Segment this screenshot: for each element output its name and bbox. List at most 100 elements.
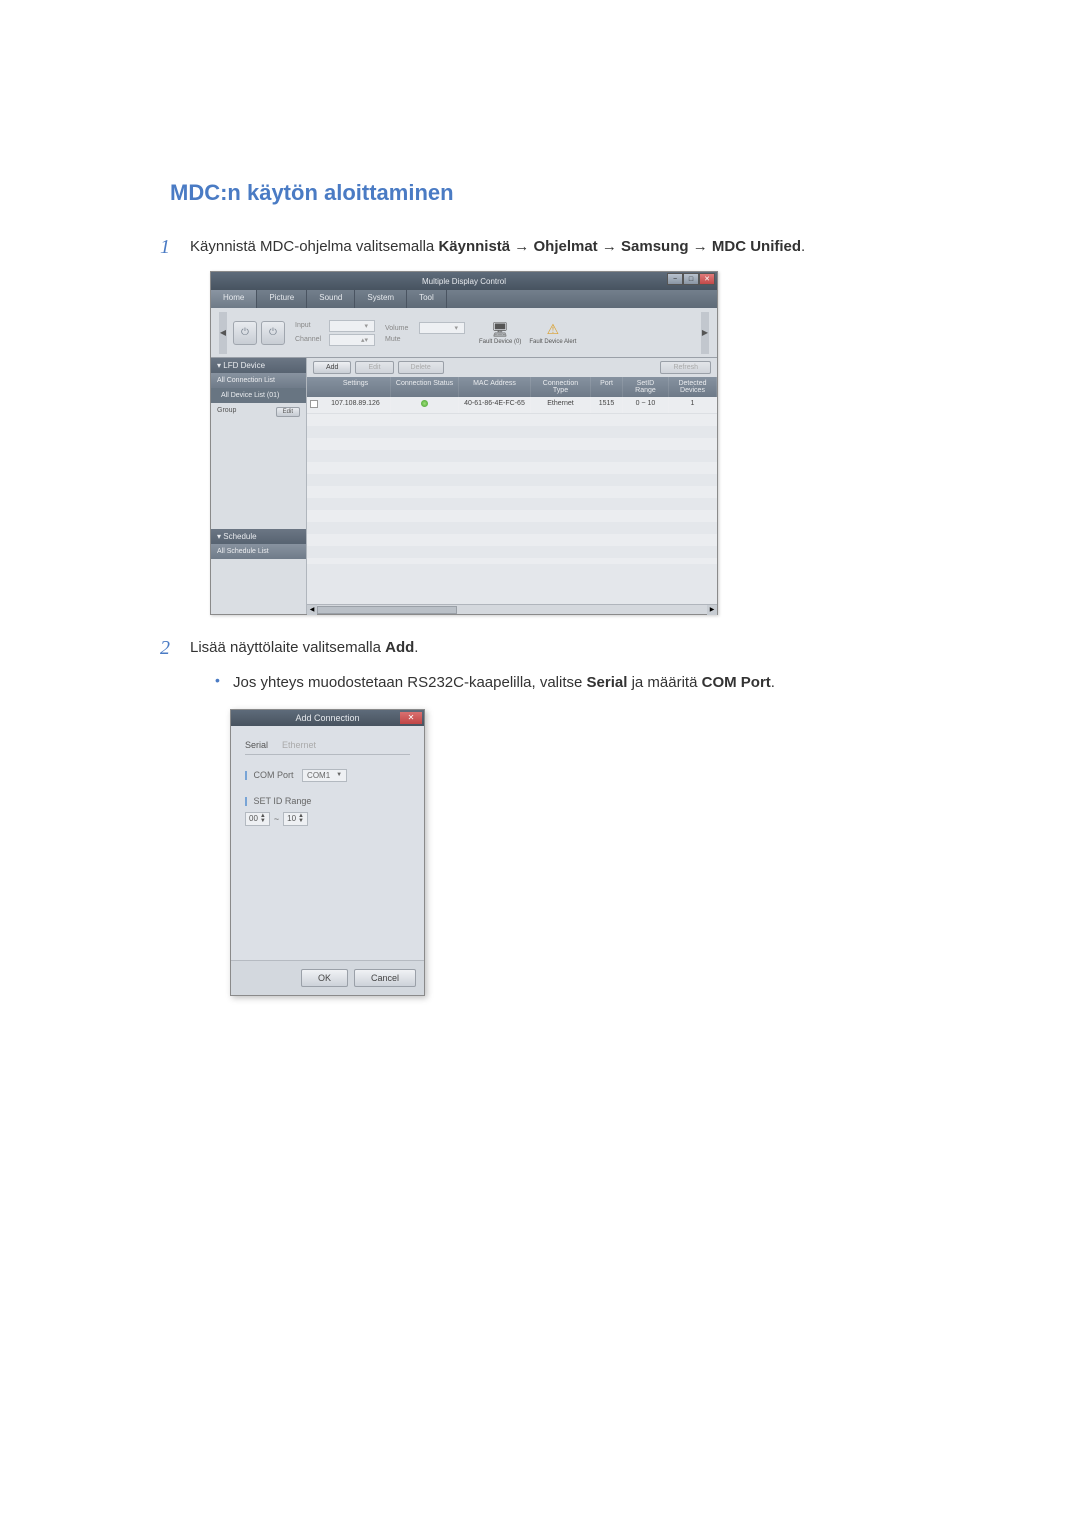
edit-button[interactable]: Edit: [355, 361, 393, 374]
step2-bold: Add: [385, 639, 414, 656]
table-row[interactable]: 107.108.89.126 40-61-86-4E-FC-65 Etherne…: [307, 397, 717, 414]
fault-alert-label: Fault Device Alert: [529, 339, 576, 345]
sep: →: [689, 238, 712, 255]
comport-value: COM1: [307, 771, 330, 780]
volume-mute-fields: Volume ▾ Mute: [385, 322, 465, 343]
status-dot-icon: [421, 400, 428, 407]
cell-detected: 1: [669, 397, 717, 413]
add-button[interactable]: Add: [313, 361, 351, 374]
step-text: Lisää näyttölaite valitsemalla Add.: [190, 637, 418, 660]
path-0: Käynnistä: [438, 238, 510, 255]
chevron-down-icon: ▼: [336, 772, 342, 778]
group-label: Group: [217, 407, 236, 417]
sidebar-lfd-header[interactable]: ▾ LFD Device: [211, 358, 306, 373]
fault-alert-item[interactable]: ⚠ Fault Device Alert: [529, 321, 576, 345]
bullet-item: • Jos yhteys muodostetaan RS232C-kaapeli…: [215, 672, 920, 695]
table-header: Settings Connection Status MAC Address C…: [307, 377, 717, 397]
toolbar-left-arrow[interactable]: ◀: [219, 312, 227, 354]
sidebar-schedule-header[interactable]: ▾ Schedule: [211, 529, 306, 544]
fault-device-item[interactable]: 🖥 Fault Device (0): [479, 321, 521, 345]
window-controls: − □ ✕: [667, 273, 715, 285]
dialog-close-button[interactable]: ✕: [400, 712, 422, 724]
dialog-titlebar: Add Connection ✕: [231, 710, 424, 726]
dialog-footer: OK Cancel: [231, 960, 424, 995]
header-checkbox: [307, 377, 321, 397]
th-port: Port: [591, 377, 623, 397]
bullet-post: .: [771, 674, 775, 691]
step2-post: .: [414, 639, 418, 656]
menu-home[interactable]: Home: [211, 290, 257, 308]
power-off-icon[interactable]: ⏻: [261, 321, 285, 345]
setid-field: SET ID Range 00 ▲▼ ~ 10 ▲▼: [245, 796, 410, 826]
step-number: 2: [160, 637, 190, 660]
sidebar-all-connection[interactable]: All Connection List: [211, 373, 306, 388]
sidebar: ▾ LFD Device All Connection List All Dev…: [211, 358, 307, 614]
volume-select[interactable]: ▾: [419, 322, 465, 334]
range-from-stepper[interactable]: 00 ▲▼: [245, 812, 270, 826]
th-detected: Detected Devices: [669, 377, 717, 397]
sep: →: [510, 238, 533, 255]
tab-ethernet[interactable]: Ethernet: [282, 740, 316, 750]
sidebar-all-device[interactable]: All Device List (01): [211, 388, 306, 403]
channel-stepper[interactable]: ▴▾: [329, 334, 375, 346]
horizontal-scrollbar[interactable]: ◀ ▶: [307, 604, 717, 614]
th-settings: Settings: [321, 377, 391, 397]
menu-tool[interactable]: Tool: [407, 290, 447, 308]
sidebar-group-row: Group Edit: [211, 403, 306, 421]
spinner-icon: ▲▼: [298, 814, 304, 824]
sidebar-all-schedule[interactable]: All Schedule List: [211, 544, 306, 559]
path-2: Samsung: [621, 238, 689, 255]
close-button[interactable]: ✕: [699, 273, 715, 285]
maximize-button[interactable]: □: [683, 273, 699, 285]
bullet-mid: ja määritä: [627, 674, 701, 691]
toolbar-right-arrow[interactable]: ▶: [701, 312, 709, 354]
bullet-b1: Serial: [587, 674, 628, 691]
th-connection: Connection Status: [391, 377, 459, 397]
volume-label: Volume: [385, 325, 415, 332]
main-panel: Add Edit Delete Refresh Settings Connect…: [307, 358, 717, 614]
comport-select[interactable]: COM1 ▼: [302, 769, 347, 782]
fault-device-label: Fault Device (0): [479, 339, 521, 345]
refresh-button[interactable]: Refresh: [660, 361, 711, 374]
dialog-title: Add Connection: [295, 713, 359, 723]
range-separator: ~: [274, 814, 279, 824]
mdc-body: ▾ LFD Device All Connection List All Dev…: [211, 358, 717, 614]
cell-mac: 40-61-86-4E-FC-65: [459, 397, 531, 413]
input-select[interactable]: ▾: [329, 320, 375, 332]
cancel-button[interactable]: Cancel: [354, 969, 416, 987]
power-icons: ⏻ ⏻: [233, 321, 285, 345]
window-title: Multiple Display Control: [422, 277, 506, 286]
scroll-thumb[interactable]: [317, 606, 457, 614]
delete-button[interactable]: Delete: [398, 361, 444, 374]
minimize-button[interactable]: −: [667, 273, 683, 285]
action-bar: Add Edit Delete Refresh: [307, 358, 717, 377]
cell-status: [391, 397, 459, 413]
setid-range: 00 ▲▼ ~ 10 ▲▼: [245, 812, 410, 826]
menu-sound[interactable]: Sound: [307, 290, 355, 308]
table-empty-rows: [307, 414, 717, 564]
menu-system[interactable]: System: [355, 290, 407, 308]
toolbar: ◀ ⏻ ⏻ Input ▾ Channel ▴▾ Volume ▾: [211, 308, 717, 358]
range-to-stepper[interactable]: 10 ▲▼: [283, 812, 308, 826]
ok-button[interactable]: OK: [301, 969, 348, 987]
sep: →: [598, 238, 621, 255]
bullet-icon: •: [215, 672, 233, 695]
step-1: 1 Käynnistä MDC-ohjelma valitsemalla Käy…: [160, 236, 920, 259]
menu-picture[interactable]: Picture: [257, 290, 307, 308]
step1-pre: Käynnistä MDC-ohjelma valitsemalla: [190, 238, 438, 255]
row-checkbox[interactable]: [307, 397, 321, 413]
spinner-icon: ▲▼: [260, 814, 266, 824]
th-setid: SetID Range: [623, 377, 669, 397]
scroll-left-arrow[interactable]: ◀: [307, 605, 317, 615]
menu-bar: Home Picture Sound System Tool: [211, 290, 717, 308]
tab-serial[interactable]: Serial: [245, 740, 268, 750]
group-edit-button[interactable]: Edit: [276, 407, 300, 417]
power-on-icon[interactable]: ⏻: [233, 321, 257, 345]
step2-pre: Lisää näyttölaite valitsemalla: [190, 639, 385, 656]
warning-triangle-icon: ⚠: [542, 321, 564, 339]
comport-label: COM Port: [254, 770, 294, 780]
fault-icons: 🖥 Fault Device (0) ⚠ Fault Device Alert: [479, 321, 576, 345]
cell-type: Ethernet: [531, 397, 591, 413]
field-marker-icon: [245, 771, 247, 780]
scroll-right-arrow[interactable]: ▶: [707, 605, 717, 615]
